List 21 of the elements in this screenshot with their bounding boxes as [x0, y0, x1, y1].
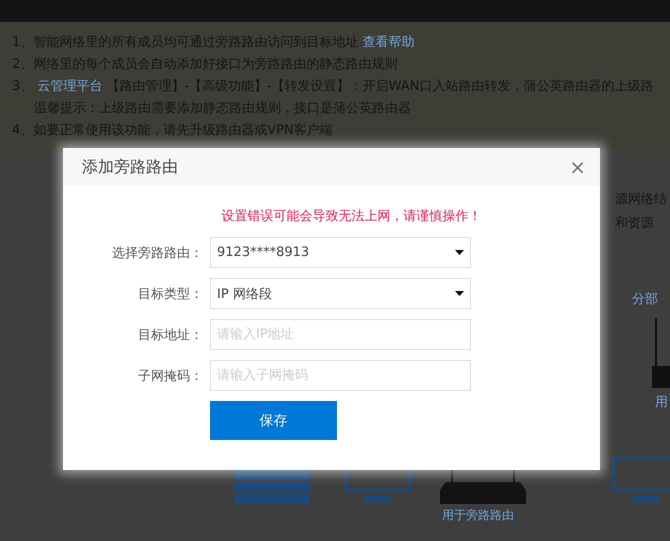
warning-text: 设置错误可能会导致无法上网，请谨慎操作！ — [220, 208, 482, 225]
caret-icon — [455, 291, 464, 296]
help-link[interactable]: 云管理平台 — [37, 79, 102, 94]
router-icon — [652, 318, 670, 390]
select-field[interactable]: IP 网络段 — [210, 278, 471, 309]
save-button[interactable]: 保存 — [210, 401, 337, 440]
field-label: 子网掩码： — [137, 368, 203, 384]
router-icon — [440, 470, 526, 506]
device-label: 用于旁路路由 — [442, 507, 514, 524]
server-icon — [234, 470, 310, 504]
device-label: 用 — [655, 394, 668, 411]
help-link[interactable]: 查看帮助 — [362, 35, 414, 50]
monitor-icon — [344, 470, 412, 504]
caret-icon — [455, 250, 464, 255]
dialog-title: 添加旁路路由 — [82, 156, 178, 178]
select-field[interactable]: 9123****8913 — [210, 237, 471, 268]
field-label: 选择旁路路由： — [111, 244, 203, 262]
field-label: 目标地址： — [137, 326, 203, 344]
field-label: 目标类型： — [137, 286, 203, 302]
close-button[interactable]: × — [569, 157, 586, 177]
branch-label: 分部 — [632, 291, 658, 308]
